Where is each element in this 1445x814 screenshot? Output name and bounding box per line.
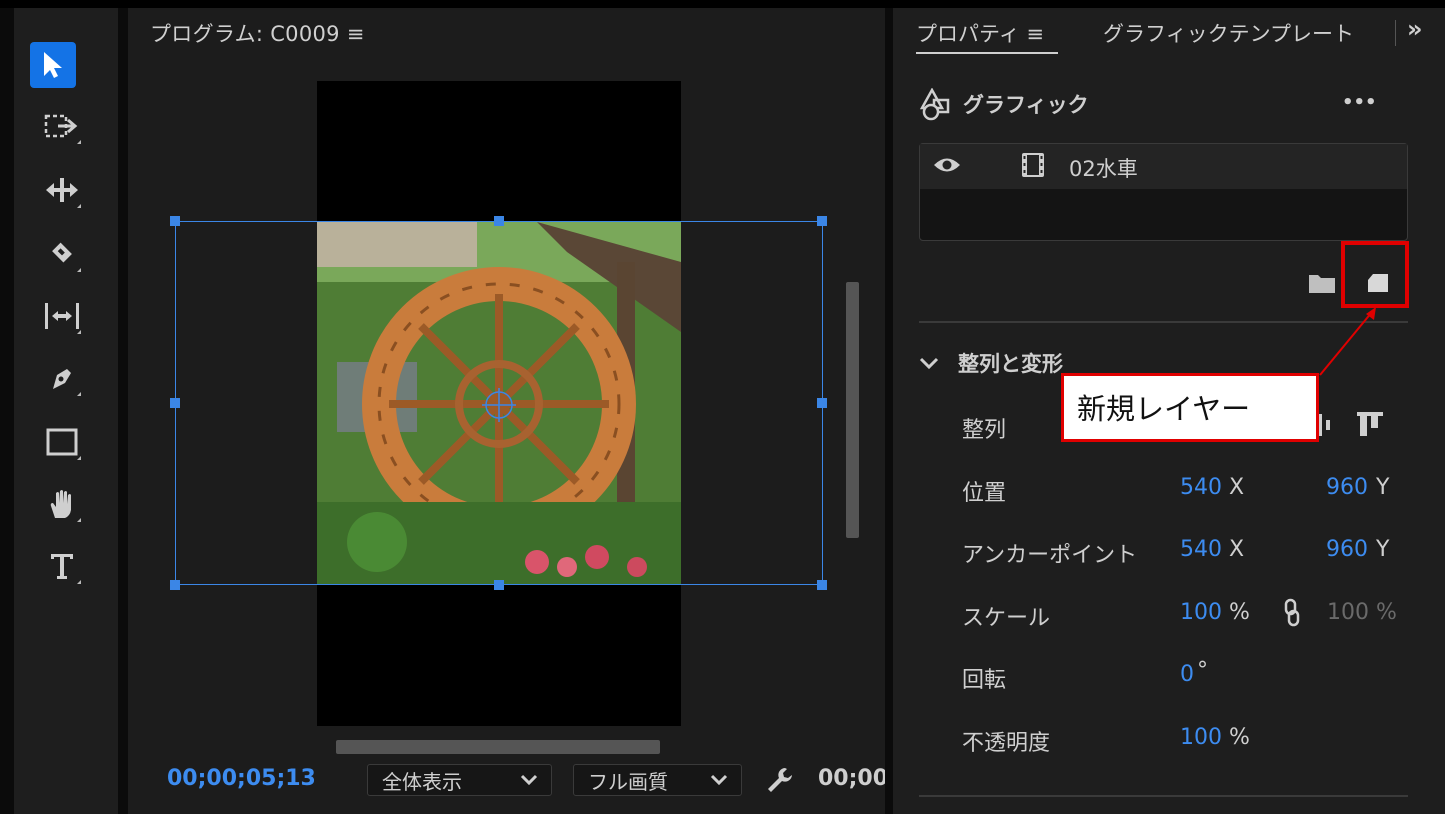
film-clip-icon (1022, 153, 1044, 177)
new-layer-highlight-box (1341, 241, 1409, 308)
position-y-unit: Y (1376, 475, 1390, 500)
anchor-y-unit: Y (1376, 537, 1390, 562)
position-x-unit: X (1229, 475, 1245, 500)
razor-tool-icon[interactable] (38, 230, 86, 278)
type-tool-icon[interactable] (38, 542, 86, 590)
rotation-value[interactable]: 0 (1180, 662, 1194, 687)
playback-resolution-select[interactable]: フル画質 (573, 764, 742, 796)
eye-visibility-icon[interactable] (932, 154, 962, 176)
handle-bottom-center[interactable] (494, 580, 504, 590)
vertical-scrollbar[interactable] (846, 282, 859, 538)
selection-tool-icon[interactable] (30, 42, 76, 88)
layer-row[interactable] (920, 144, 1407, 189)
align-label: 整列 (962, 418, 1007, 443)
handle-bottom-right[interactable] (817, 580, 827, 590)
wrench-settings-icon[interactable] (765, 765, 795, 795)
anchor-point-label: アンカーポイント (962, 543, 1138, 568)
rotation-label: 回転 (962, 668, 1007, 693)
layer-name[interactable]: 02水車 (1069, 153, 1138, 183)
chevron-down-icon (710, 774, 728, 786)
rotation-unit: ° (1197, 658, 1208, 683)
position-x-value[interactable]: 540 (1180, 475, 1222, 500)
zoom-level-select[interactable]: 全体表示 (367, 764, 552, 796)
scale-label: スケール (962, 606, 1051, 631)
align-transform-section-title[interactable]: 整列と変形 (958, 348, 1063, 378)
hand-tool-icon[interactable] (38, 480, 86, 528)
position-label: 位置 (962, 481, 1007, 506)
anchor-x-value[interactable]: 540 (1180, 537, 1222, 562)
anchor-y-value[interactable]: 960 (1326, 537, 1368, 562)
track-select-tool-icon[interactable] (38, 102, 86, 150)
new-group-folder-icon[interactable] (1308, 272, 1336, 294)
scale-height-unit: % (1376, 600, 1397, 625)
scale-unit: % (1229, 600, 1250, 625)
anchor-x-unit: X (1229, 537, 1245, 562)
scale-height-value: 100 (1327, 600, 1369, 625)
align-center-icon[interactable] (1318, 410, 1332, 440)
monitor-title[interactable]: プログラム: C0009 ≡ (150, 18, 365, 48)
handle-middle-left[interactable] (170, 398, 180, 408)
handle-top-center[interactable] (494, 216, 504, 226)
handle-middle-right[interactable] (817, 398, 827, 408)
handle-top-right[interactable] (817, 216, 827, 226)
handle-top-left[interactable] (170, 216, 180, 226)
tab-graphic-templates[interactable]: グラフィックテンプレート (1103, 18, 1354, 48)
playhead-timecode[interactable]: 00;00;05;13 (167, 766, 316, 791)
more-options-icon[interactable]: ••• (1342, 92, 1377, 113)
section-divider (919, 795, 1408, 797)
opacity-value[interactable]: 100 (1180, 725, 1222, 750)
align-top-icon[interactable] (1355, 410, 1385, 440)
tools-panel (14, 8, 118, 814)
duration-timecode: 00;00 (818, 766, 885, 791)
annotation-arrow (1319, 307, 1376, 376)
link-scale-icon[interactable] (1283, 598, 1301, 628)
position-y-value[interactable]: 960 (1326, 475, 1368, 500)
anchor-point-icon[interactable] (482, 388, 516, 422)
opacity-label: 不透明度 (962, 731, 1051, 756)
zoom-level-value: 全体表示 (382, 769, 462, 794)
horizontal-scrollbar[interactable] (336, 740, 660, 754)
opacity-unit: % (1229, 725, 1250, 750)
playback-resolution-value: フル画質 (588, 769, 668, 794)
chevron-down-icon[interactable] (918, 352, 940, 374)
panel-overflow-icon[interactable]: » (1407, 15, 1423, 43)
transform-bounding-box[interactable] (170, 216, 827, 590)
slip-tool-icon[interactable] (38, 292, 86, 340)
graphic-section-title: グラフィック (963, 93, 1089, 117)
tab-properties[interactable]: プロパティ ≡ (916, 18, 1044, 48)
active-tab-indicator (916, 52, 1058, 54)
handle-bottom-left[interactable] (170, 580, 180, 590)
annotation-callout-text: 新規レイヤー (1077, 392, 1251, 426)
chevron-down-icon (520, 774, 538, 786)
pen-tool-icon[interactable] (38, 354, 86, 402)
ripple-edit-tool-icon[interactable] (38, 166, 86, 214)
rectangle-tool-icon[interactable] (38, 418, 86, 466)
scale-value[interactable]: 100 (1180, 600, 1222, 625)
tab-divider (1395, 20, 1396, 46)
graphic-shapes-icon (919, 88, 950, 121)
top-strip (0, 0, 1445, 8)
